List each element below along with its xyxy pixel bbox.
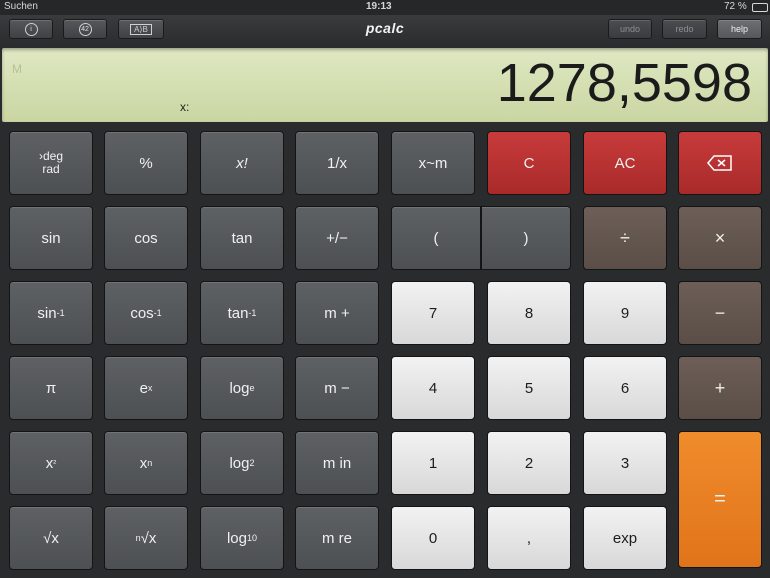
log-e-base: e — [249, 383, 255, 393]
tan-key[interactable]: tan — [200, 206, 284, 270]
undo-button[interactable]: undo — [608, 19, 652, 39]
all-clear-key[interactable]: AC — [583, 131, 667, 195]
log-10-key[interactable]: log 10 — [200, 506, 284, 570]
nth-root-key[interactable]: n √x — [104, 506, 188, 570]
close-paren-key[interactable]: ) — [481, 206, 571, 270]
power-base: x — [139, 454, 148, 472]
digit-2-key[interactable]: 2 — [487, 431, 571, 495]
power-exponent: n — [147, 458, 153, 468]
digit-6-key[interactable]: 6 — [583, 356, 667, 420]
open-paren-key[interactable]: ( — [391, 206, 481, 270]
sin-key[interactable]: sin — [9, 206, 93, 270]
multiply-key[interactable]: × — [678, 206, 762, 270]
exp-e-base: e — [139, 379, 148, 397]
deg-rad-key[interactable]: ›deg rad — [9, 131, 93, 195]
redo-button[interactable]: redo — [662, 19, 707, 39]
app-title: pcalc — [365, 20, 405, 36]
digit-5-key[interactable]: 5 — [487, 356, 571, 420]
sign-key[interactable]: +/− — [295, 206, 379, 270]
square-exponent: ² — [53, 458, 57, 468]
log-2-key[interactable]: log 2 — [200, 431, 284, 495]
exp-e-exponent: x — [147, 383, 153, 393]
atan-exponent: -1 — [248, 308, 257, 318]
display-value: 1278,5598 — [496, 53, 752, 113]
rad-label: rad — [42, 162, 60, 176]
power-key[interactable]: xn — [104, 431, 188, 495]
square-key[interactable]: x² — [9, 431, 93, 495]
cos-key[interactable]: cos — [104, 206, 188, 270]
acos-exponent: -1 — [153, 308, 162, 318]
digit-3-key[interactable]: 3 — [583, 431, 667, 495]
sqrt-key[interactable]: √x — [9, 506, 93, 570]
factorial-key[interactable]: x! — [200, 131, 284, 195]
backspace-icon — [707, 155, 732, 171]
log-e-label: log — [229, 379, 250, 397]
log-e-key[interactable]: log e — [200, 356, 284, 420]
asin-key[interactable]: sin -1 — [9, 281, 93, 345]
acos-key[interactable]: cos -1 — [104, 281, 188, 345]
clear-key[interactable]: C — [487, 131, 571, 195]
battery-icon — [752, 3, 768, 12]
digit-7-key[interactable]: 7 — [391, 281, 475, 345]
log-10-base: 10 — [247, 533, 258, 543]
atan-key[interactable]: tan -1 — [200, 281, 284, 345]
digit-9-key[interactable]: 9 — [583, 281, 667, 345]
backspace-key[interactable] — [678, 131, 762, 195]
memory-plus-key[interactable]: m + — [295, 281, 379, 345]
clock: 19:13 — [366, 1, 392, 12]
memory-minus-key[interactable]: m − — [295, 356, 379, 420]
status-bar: Suchen 19:13 72 % — [0, 0, 770, 15]
digit-0-key[interactable]: 0 — [391, 506, 475, 570]
asin-exponent: -1 — [56, 308, 65, 318]
minus-key[interactable]: − — [678, 281, 762, 345]
digit-8-key[interactable]: 8 — [487, 281, 571, 345]
atan-label: tan — [227, 304, 249, 322]
log-10-label: log — [226, 529, 247, 547]
swap-memory-key[interactable]: x~m — [391, 131, 475, 195]
nth-root-label: √x — [140, 529, 157, 547]
reciprocal-key[interactable]: 1/x — [295, 131, 379, 195]
divide-key[interactable]: ÷ — [583, 206, 667, 270]
log-2-base: 2 — [249, 458, 255, 468]
toolbar: i 42 A⟩B pcalc undo redo help — [0, 15, 770, 46]
memory-recall-key[interactable]: m re — [295, 506, 379, 570]
acos-label: cos — [130, 304, 154, 322]
memory-in-key[interactable]: m in — [295, 431, 379, 495]
equals-key[interactable]: = — [678, 431, 762, 568]
digit-4-key[interactable]: 4 — [391, 356, 475, 420]
plus-key[interactable]: + — [678, 356, 762, 420]
memory-indicator: M — [12, 62, 22, 76]
battery-percent: 72 % — [724, 1, 747, 12]
help-button[interactable]: help — [717, 19, 762, 39]
square-base: x — [45, 454, 54, 472]
digit-1-key[interactable]: 1 — [391, 431, 475, 495]
asin-label: sin — [37, 304, 57, 322]
pi-key[interactable]: π — [9, 356, 93, 420]
exp-e-key[interactable]: ex — [104, 356, 188, 420]
register-label: x: — [180, 100, 190, 114]
comma-key[interactable]: , — [487, 506, 571, 570]
percent-key[interactable]: % — [104, 131, 188, 195]
log-2-label: log — [229, 454, 250, 472]
exp-key[interactable]: exp — [583, 506, 667, 570]
display: M x: 1278,5598 — [2, 48, 768, 122]
back-to-search[interactable]: Suchen — [4, 1, 38, 12]
